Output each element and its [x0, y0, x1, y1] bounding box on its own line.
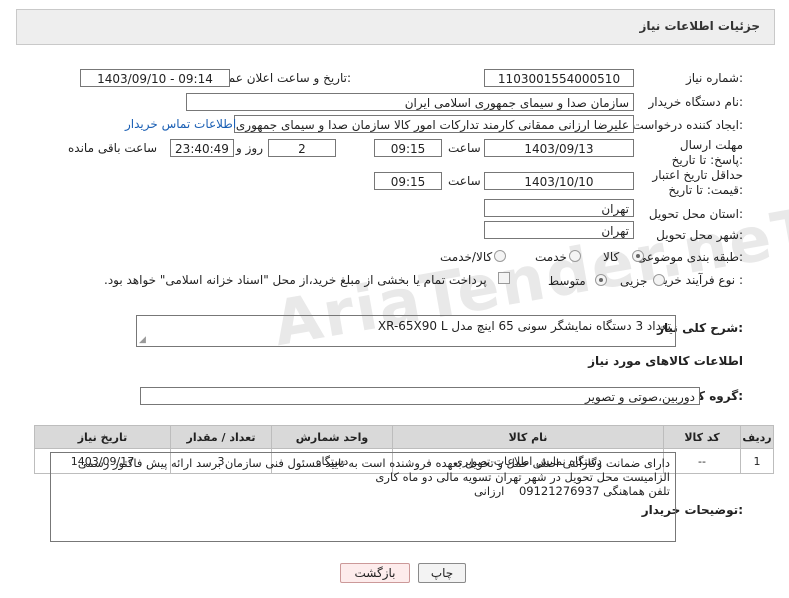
deadline-label: مهلت ارسال پاسخ: تا تاریخ: [671, 138, 743, 167]
table-header-quantity: تعداد / مقدار [170, 425, 272, 449]
table-header-item-code: کد کالا [663, 425, 741, 449]
payment-note: پرداخت تمام یا بخشی از مبلغ خرید،از محل … [104, 273, 487, 287]
requester-label: ایجاد کننده درخواست: [632, 118, 743, 132]
buyer-notes-line-1: دارای ضمانت وگارانتی اصلی حمل و تحویل بع… [77, 456, 670, 470]
table-header-item-name: نام کالا [392, 425, 664, 449]
table-header-need-date: تاریخ نیاز [34, 425, 171, 449]
header-panel: جزئیات اطلاعات نیاز [16, 9, 775, 45]
summary-text: تعداد 3 دستگاه نمایشگر سونی 65 اینچ مدل … [377, 319, 671, 333]
price-validity-time-label: ساعت [448, 174, 481, 188]
process-option-minor: جزیی [620, 274, 648, 288]
deadline-time-field[interactable]: 09:15 [374, 139, 442, 157]
row-number-cell: 1 [740, 448, 774, 474]
resize-handle-icon[interactable]: ◢ [139, 335, 146, 345]
remaining-label: ساعت باقی مانده [68, 141, 158, 155]
table-header-unit: واحد شمارش [271, 425, 393, 449]
days-field[interactable]: 2 [268, 139, 336, 157]
announce-datetime-field[interactable]: 1403/09/10 - 09:14 [80, 69, 230, 87]
category-radio-goods[interactable] [632, 250, 644, 262]
remaining-time-field[interactable]: 23:40:49 [170, 139, 234, 157]
category-radio-goods-service[interactable] [494, 250, 506, 262]
table-header-row-number: ردیف [740, 425, 774, 449]
price-validity-time-field[interactable]: 09:15 [374, 172, 442, 190]
process-option-medium: متوسط [548, 274, 586, 288]
deadline-time-label: ساعت [448, 141, 481, 155]
buyer-notes-line-2: الزامیست محل تحویل در شهر تهران تسویه ما… [375, 470, 670, 484]
buyer-org-label: نام دستگاه خریدار: [648, 95, 744, 109]
city-label: شهر محل تحویل: [656, 228, 743, 242]
buyer-contact-link[interactable]: اطلاعات تماس خریدار [125, 117, 236, 131]
category-option-goods: کالا [603, 250, 620, 264]
price-validity-label: حداقل تاریخ اعتبار قیمت: تا تاریخ: [652, 168, 743, 197]
need-number-label: شماره نیاز: [685, 71, 743, 85]
page-title: جزئیات اطلاعات نیاز [639, 19, 760, 33]
province-label: استان محل تحویل: [648, 207, 743, 221]
buyer-org-field[interactable]: سازمان صدا و سیمای جمهوری اسلامی ایران [186, 93, 634, 111]
buyer-notes-line-3: تلفن هماهنگی 09121276937 ارزانی [474, 484, 670, 498]
need-number-field[interactable]: 1103001554000510 [484, 69, 634, 87]
deadline-date-field[interactable]: 1403/09/13 [484, 139, 634, 157]
summary-field[interactable]: تعداد 3 دستگاه نمایشگر سونی 65 اینچ مدل … [136, 315, 676, 347]
category-label: طبقه بندی موضوعی: [636, 250, 743, 264]
goods-group-field[interactable]: دوربین،صوتی و تصویر [140, 387, 700, 405]
back-button[interactable]: بازگشت [340, 563, 410, 583]
print-button[interactable]: چاپ [418, 563, 466, 583]
province-field[interactable]: تهران [484, 199, 634, 217]
goods-info-title: اطلاعات کالاهای مورد نیاز [588, 354, 743, 368]
process-radio-minor[interactable] [653, 274, 665, 286]
requester-field[interactable]: علیرضا ارزانی ممقانی کارمند تدارکات امور… [234, 115, 634, 133]
buyer-notes-field[interactable]: دارای ضمانت وگارانتی اصلی حمل و تحویل بع… [50, 452, 676, 542]
days-label: روز و [236, 141, 263, 155]
category-option-service: خدمت [535, 250, 567, 264]
process-label: نوع فرآیند خرید : [658, 273, 743, 287]
treasury-payment-checkbox[interactable] [498, 272, 510, 284]
category-option-goods-service: کالا/خدمت [440, 250, 493, 264]
city-field[interactable]: تهران [484, 221, 634, 239]
process-radio-medium[interactable] [595, 274, 607, 286]
category-radio-service[interactable] [569, 250, 581, 262]
price-validity-date-field[interactable]: 1403/10/10 [484, 172, 634, 190]
